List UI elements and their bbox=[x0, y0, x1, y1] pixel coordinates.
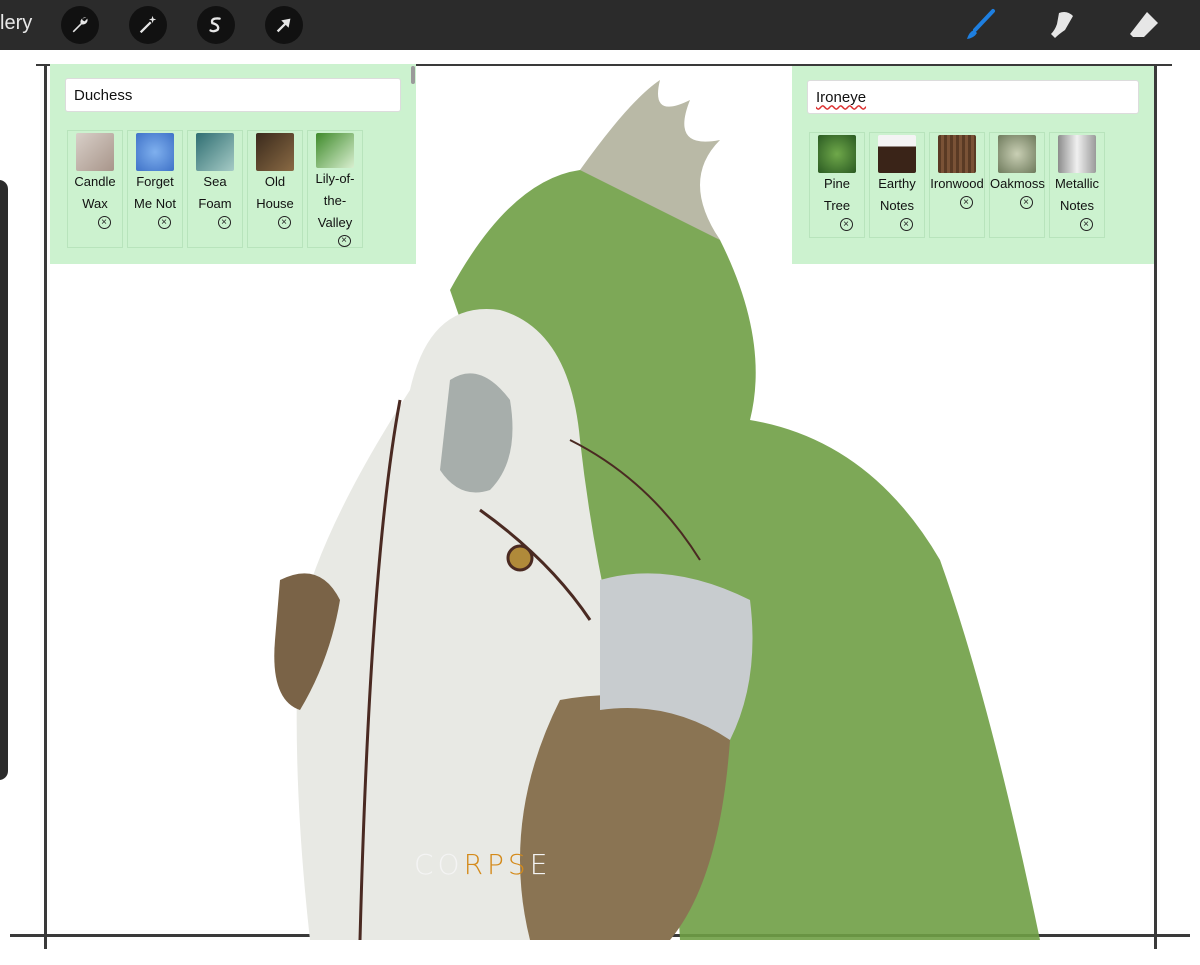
scent-label: House bbox=[256, 196, 294, 211]
remove-circle-icon[interactable]: × bbox=[157, 216, 171, 229]
remove-circle-icon[interactable]: × bbox=[97, 216, 111, 229]
metallic-notes-thumbnail bbox=[1058, 135, 1096, 173]
scent-item[interactable]: Ironwood × bbox=[929, 132, 985, 238]
scent-item[interactable]: Earthy Notes × bbox=[869, 132, 925, 238]
scent-label: Ironwood bbox=[930, 176, 984, 191]
scent-panel-duchess: Duchess Candle Wax × Forget Me Not × Sea… bbox=[50, 64, 416, 264]
remove-circle-icon[interactable]: × bbox=[277, 216, 291, 229]
remove-circle-icon[interactable]: × bbox=[959, 196, 973, 209]
oakmoss-thumbnail bbox=[998, 135, 1036, 173]
character-name-input[interactable]: Ironeye bbox=[807, 80, 1139, 114]
scent-label: Notes bbox=[1060, 198, 1094, 213]
scent-label: Notes bbox=[880, 198, 914, 213]
scent-label: Foam bbox=[198, 196, 232, 211]
panel-scrollbar[interactable] bbox=[411, 66, 415, 84]
gallery-button[interactable]: lery bbox=[0, 12, 32, 35]
scent-item[interactable]: Candle Wax × bbox=[67, 130, 123, 248]
ironwood-thumbnail bbox=[938, 135, 976, 173]
scent-item[interactable]: Lily-of- the- Valley × bbox=[307, 130, 363, 248]
pine-tree-thumbnail bbox=[818, 135, 856, 173]
eraser-tool-button[interactable] bbox=[1124, 6, 1164, 44]
scent-list: Candle Wax × Forget Me Not × Sea Foam × … bbox=[67, 130, 363, 248]
remove-circle-icon[interactable]: × bbox=[1019, 196, 1033, 209]
sea-foam-thumbnail bbox=[196, 133, 234, 171]
remove-circle-icon[interactable]: × bbox=[839, 218, 853, 231]
scent-item[interactable]: Pine Tree × bbox=[809, 132, 865, 238]
scent-label: Me Not bbox=[134, 196, 176, 211]
smudge-tool-button[interactable] bbox=[1042, 6, 1082, 44]
magic-wand-icon bbox=[139, 15, 157, 34]
scent-item[interactable]: Oakmoss × bbox=[989, 132, 1045, 238]
scent-label: Candle bbox=[74, 174, 116, 189]
selection-icon bbox=[209, 17, 221, 33]
transform-button[interactable] bbox=[265, 6, 303, 44]
scent-item[interactable]: Old House × bbox=[247, 130, 303, 248]
scent-panel-ironeye: Ironeye Pine Tree × Earthy Notes × Ironw… bbox=[792, 66, 1154, 264]
remove-circle-icon[interactable]: × bbox=[337, 234, 351, 247]
scent-label: Tree bbox=[823, 198, 851, 213]
eraser-icon bbox=[1130, 12, 1158, 37]
scent-label: Forget bbox=[136, 174, 174, 189]
scent-label: Earthy bbox=[878, 176, 916, 191]
earthy-notes-thumbnail bbox=[878, 135, 916, 173]
frame-left bbox=[44, 64, 47, 949]
selection-button[interactable] bbox=[197, 6, 235, 44]
scent-list: Pine Tree × Earthy Notes × Ironwood × Oa… bbox=[809, 132, 1105, 238]
scent-label: Oakmoss bbox=[990, 176, 1045, 191]
wrench-icon bbox=[72, 17, 88, 33]
scent-label: Sea bbox=[203, 174, 227, 189]
adjustments-button[interactable] bbox=[129, 6, 167, 44]
old-house-thumbnail bbox=[256, 133, 294, 171]
lily-of-the-valley-thumbnail bbox=[316, 133, 354, 168]
scent-item[interactable]: Forget Me Not × bbox=[127, 130, 183, 248]
scent-label: Metallic bbox=[1054, 176, 1100, 191]
watermark-text: CORPSE bbox=[414, 848, 552, 881]
character-name-input[interactable]: Duchess bbox=[65, 78, 401, 112]
scent-label: Wax bbox=[82, 196, 108, 211]
remove-circle-icon[interactable]: × bbox=[899, 218, 913, 231]
candle-wax-thumbnail bbox=[76, 133, 114, 171]
remove-circle-icon[interactable]: × bbox=[217, 216, 231, 229]
scent-item[interactable]: Sea Foam × bbox=[187, 130, 243, 248]
remove-circle-icon[interactable]: × bbox=[1079, 218, 1093, 231]
scent-label: the- bbox=[323, 192, 347, 208]
scent-label: Lily-of- bbox=[315, 170, 355, 186]
actions-wrench-button[interactable] bbox=[61, 6, 99, 44]
scent-label: Old bbox=[264, 174, 286, 189]
forget-me-not-thumbnail bbox=[136, 133, 174, 171]
scent-item[interactable]: Metallic Notes × bbox=[1049, 132, 1105, 238]
brush-icon bbox=[967, 9, 995, 39]
brush-tool-button[interactable] bbox=[960, 6, 1000, 44]
scent-label: Valley bbox=[317, 214, 353, 230]
scent-label: Pine bbox=[823, 176, 851, 191]
transform-arrow-icon bbox=[276, 18, 291, 33]
frame-right bbox=[1154, 64, 1157, 949]
smudge-icon bbox=[1051, 12, 1073, 38]
top-toolbar: lery bbox=[0, 0, 1200, 50]
